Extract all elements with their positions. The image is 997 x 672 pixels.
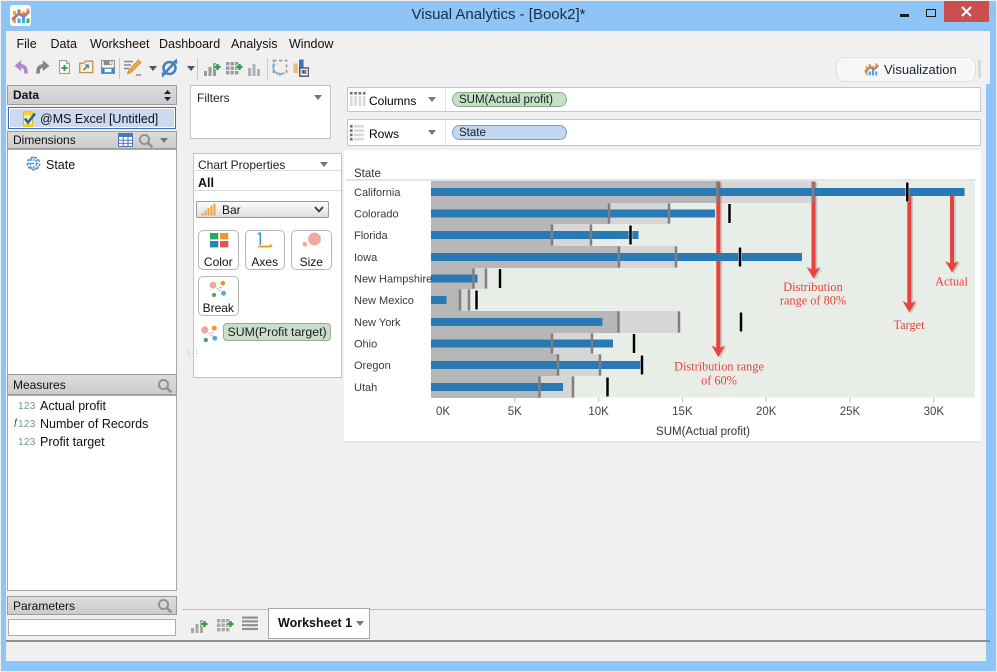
svg-text:15K: 15K bbox=[672, 406, 693, 418]
svg-text:Colorado: Colorado bbox=[354, 209, 399, 221]
svg-text:New Mexico: New Mexico bbox=[354, 295, 414, 307]
svg-text:Iowa: Iowa bbox=[354, 252, 378, 264]
svg-text:Actual: Actual bbox=[935, 275, 968, 289]
svg-text:California: California bbox=[354, 187, 401, 199]
svg-text:0K: 0K bbox=[436, 406, 450, 418]
svg-text:Florida: Florida bbox=[354, 230, 389, 242]
svg-text:of 60%: of 60% bbox=[701, 374, 737, 388]
svg-text:25K: 25K bbox=[840, 406, 861, 418]
svg-text:range of 80%: range of 80% bbox=[780, 294, 846, 308]
svg-text:20K: 20K bbox=[756, 406, 777, 418]
svg-text:5K: 5K bbox=[508, 406, 522, 418]
svg-text:Ohio: Ohio bbox=[354, 339, 377, 351]
svg-text:LO: LO bbox=[302, 70, 307, 74]
svg-text:30K: 30K bbox=[924, 406, 945, 418]
svg-text:New Hampshire: New Hampshire bbox=[354, 274, 432, 286]
svg-text:SUM(Actual profit): SUM(Actual profit) bbox=[656, 426, 750, 438]
svg-text:Distribution range: Distribution range bbox=[674, 360, 764, 374]
svg-text:Utah: Utah bbox=[354, 382, 377, 394]
svg-text:State: State bbox=[354, 168, 381, 180]
svg-text:Target: Target bbox=[893, 318, 925, 332]
svg-text:10K: 10K bbox=[588, 406, 609, 418]
svg-text:New York: New York bbox=[354, 317, 401, 329]
svg-text:Oregon: Oregon bbox=[354, 360, 391, 372]
svg-text:Distribution: Distribution bbox=[783, 280, 842, 294]
